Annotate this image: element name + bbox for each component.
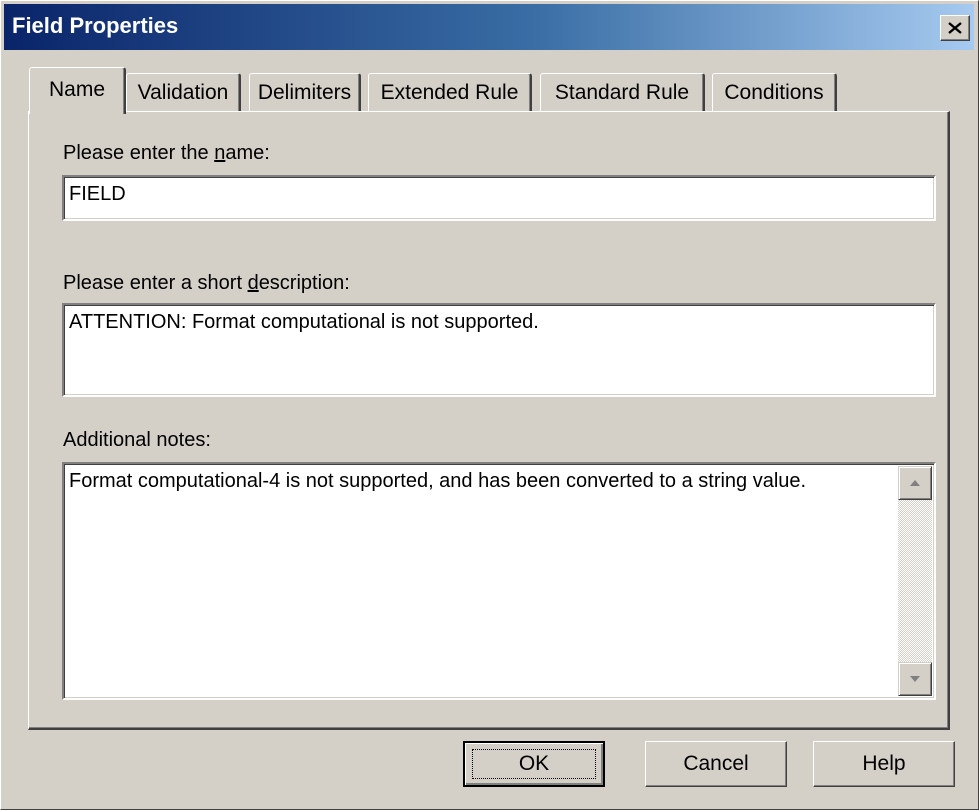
ok-button[interactable]: OK xyxy=(463,741,605,787)
tab-label: Delimiters xyxy=(257,81,352,104)
cancel-button-label: Cancel xyxy=(683,752,749,775)
scroll-down-button[interactable] xyxy=(898,662,932,696)
tab-label: Extended Rule xyxy=(380,81,519,104)
cancel-button[interactable]: Cancel xyxy=(645,741,787,787)
name-label: Please enter the name: xyxy=(63,142,270,164)
scroll-up-arrow-icon xyxy=(910,480,920,486)
tab-name[interactable]: Name xyxy=(29,67,126,114)
close-icon xyxy=(948,22,962,34)
notes-textarea[interactable]: Format computational-4 is not supported,… xyxy=(62,462,936,700)
tab-standard-rule[interactable]: Standard Rule xyxy=(540,73,705,112)
tab-label: Conditions xyxy=(724,81,824,104)
scroll-up-button[interactable] xyxy=(898,466,932,500)
scroll-down-arrow-icon xyxy=(910,676,920,682)
description-label: Please enter a short description: xyxy=(63,272,350,294)
tab-label: Standard Rule xyxy=(554,81,690,104)
tab-delimiters[interactable]: Delimiters xyxy=(249,73,361,112)
tab-conditions[interactable]: Conditions xyxy=(712,73,837,112)
ok-button-label: OK xyxy=(518,752,550,775)
notes-label: Additional notes: xyxy=(63,429,211,451)
tab-extended-rule[interactable]: Extended Rule xyxy=(368,73,532,112)
notes-scrollbar[interactable] xyxy=(898,466,932,696)
dialog-window: Field Properties Name Validation Delimit… xyxy=(0,0,979,810)
window-title: Field Properties xyxy=(12,13,179,38)
tab-label: Validation xyxy=(137,81,229,104)
close-button[interactable] xyxy=(940,15,970,41)
tab-panel-name: Please enter the name: FIELD Please ente… xyxy=(28,111,950,730)
tab-validation[interactable]: Validation xyxy=(126,73,241,112)
description-textarea[interactable]: ATTENTION: Format computational is not s… xyxy=(62,303,936,397)
help-button-label: Help xyxy=(862,752,906,775)
title-bar[interactable]: Field Properties xyxy=(4,4,974,50)
notes-text: Format computational-4 is not supported,… xyxy=(69,470,807,492)
tab-label: Name xyxy=(48,78,106,101)
help-button[interactable]: Help xyxy=(813,741,955,787)
name-input[interactable]: FIELD xyxy=(62,175,936,221)
